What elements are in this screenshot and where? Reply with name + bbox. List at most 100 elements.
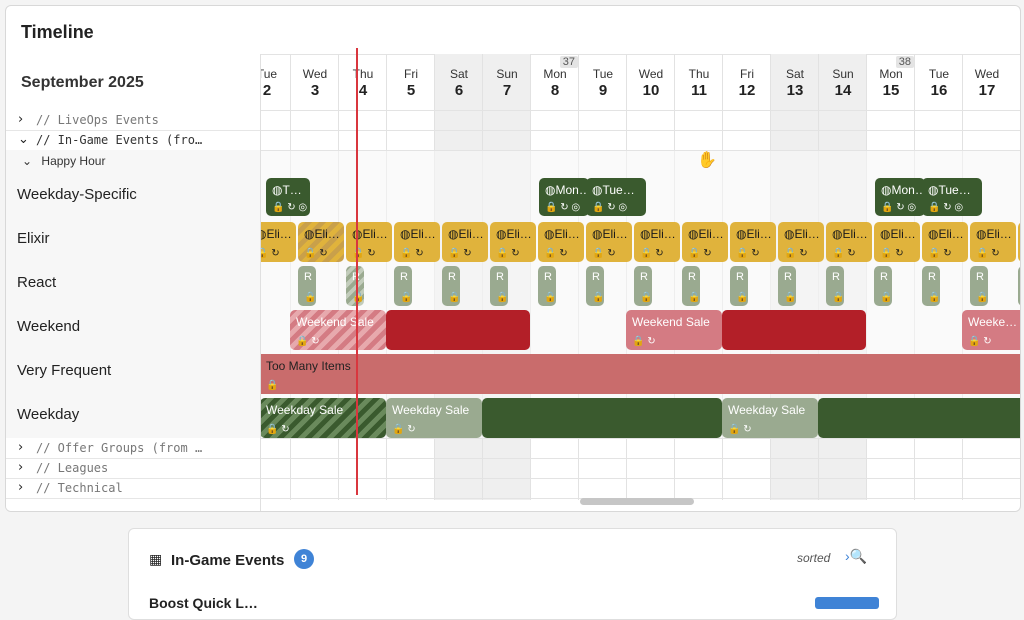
react-event[interactable]: R🔒 [586, 266, 604, 306]
react-event[interactable]: R🔒 [730, 266, 748, 306]
event-status-icons: 🔒 ↻ [592, 248, 616, 259]
elixir-event[interactable]: ◍Eli…🔒 ↻ [298, 222, 344, 262]
group-leagues[interactable]: › // Leagues [6, 458, 260, 479]
day-number: 3 [310, 82, 320, 99]
elixir-event[interactable]: ◍Eli…🔒 ↻ [970, 222, 1016, 262]
weekday-specific-event[interactable]: ◍Tue… 🔒 ↻ ◎ [922, 178, 982, 216]
happy-hour-label: Happy Hour [41, 154, 106, 168]
day-name: Sat [449, 67, 468, 81]
elixir-event[interactable]: ◍Eli… 🔒 ↻ [634, 222, 680, 262]
chevron-right-icon[interactable]: › [18, 460, 23, 475]
day-number: 9 [598, 82, 608, 99]
elixir-event[interactable]: ◍Eli…🔒 ↻ [826, 222, 872, 262]
react-event[interactable]: R🔒 [874, 266, 892, 306]
react-event[interactable]: R🔒 [538, 266, 556, 306]
elixir-event[interactable]: ◍Eli…🔒 ↻ [538, 222, 584, 262]
event-title: ◍Eli… [832, 227, 868, 241]
elixir-event[interactable]: ◍Eli…🔒 ↻ [682, 222, 728, 262]
weekend-sale-event[interactable]: Weeke… 🔒 ↻ [962, 310, 1020, 350]
react-event[interactable]: R🔒 [922, 266, 940, 306]
react-event[interactable]: R🔒 [1018, 266, 1020, 306]
weekend-sale-bar[interactable] [386, 310, 530, 350]
group-technical[interactable]: › // Technical [6, 478, 260, 499]
elixir-event[interactable]: ◍Eli…🔒 ↻ [1018, 222, 1020, 262]
event-title: R [880, 271, 888, 283]
react-event[interactable]: R🔒 [778, 266, 796, 306]
day-name: Sun [832, 67, 854, 81]
react-event[interactable]: R🔒 [346, 266, 364, 306]
day-header: Sun 14 [819, 54, 867, 110]
day-name: Wed [638, 67, 664, 81]
weekday-specific-event[interactable]: ◍Mon… 🔒 ↻ ◎ [875, 178, 925, 216]
elixir-event[interactable]: ◍Eli…🔒 ↻ [394, 222, 440, 262]
weekday-specific-event[interactable]: ◍Tue… 🔒 ↻ ◎ [586, 178, 646, 216]
timeline-grid[interactable]: Tue2Wed3Thu4Fri5Sat6Sun7Mon837Tue9Wed10T… [260, 54, 1020, 500]
react-event[interactable]: R🔒 [442, 266, 460, 306]
event-status-icons: 🔒 [976, 292, 988, 303]
elixir-event[interactable]: ◍Eli…🔒 ↻ [730, 222, 776, 262]
weekend-sale-bar[interactable] [722, 310, 866, 350]
elixir-event[interactable]: ◍Eli…🔒 ↻ [442, 222, 488, 262]
horizontal-scrollbar[interactable] [580, 498, 694, 505]
event-status-icons: 🔒 [448, 292, 460, 303]
react-event[interactable]: R🔒 [490, 266, 508, 306]
card-row-title[interactable]: Boost Quick L… [149, 595, 258, 611]
grid-line [260, 150, 1020, 151]
calendar-icon: ▦ [149, 551, 163, 567]
event-title: ◍Eli… [736, 227, 772, 241]
day-number: 10 [642, 82, 660, 99]
weekday-specific-event[interactable]: ◍T… 🔒 ↻ ◎ [266, 178, 310, 216]
weekday-specific-event[interactable]: ◍Mon… 🔒 ↻ ◎ [539, 178, 589, 216]
chevron-right-icon[interactable]: › [18, 480, 23, 495]
group-liveops[interactable]: › // LiveOps Events [6, 110, 260, 131]
too-many-items-event[interactable]: Too Many Items 🔒 [260, 354, 1020, 394]
day-number: 6 [454, 82, 464, 99]
weekend-sale-event[interactable]: Weekend Sale 🔒 ↻ [290, 310, 386, 350]
weekday-sale-event[interactable]: Weekday Sale 🔒 ↻ [386, 398, 482, 438]
event-status-icons: 🔒 [400, 292, 412, 303]
elixir-event[interactable]: ◍Eli…🔒 ↻ [922, 222, 968, 262]
event-title: R [640, 271, 648, 283]
event-title: ◍Eli… [640, 227, 676, 241]
weekend-sale-event[interactable]: Weekend Sale 🔒 ↻ [626, 310, 722, 350]
day-name: Tue [592, 67, 614, 81]
weekday-sale-event[interactable]: Weekday Sale 🔒 ↻ [722, 398, 818, 438]
group-in-game[interactable]: ⌄ // In-Game Events (fro… [6, 130, 260, 151]
chevron-down-icon[interactable]: ⌄ [18, 132, 29, 147]
event-title: ◍Mon… [881, 183, 925, 197]
event-status-icons: 🔒 [304, 292, 316, 303]
grid-line [260, 458, 1020, 459]
react-event[interactable]: R🔒 [682, 266, 700, 306]
day-number: 14 [834, 82, 852, 99]
react-event[interactable]: R🔒 [634, 266, 652, 306]
search-icon[interactable]: ›🔍 [845, 548, 867, 565]
card-row-button[interactable] [815, 597, 879, 609]
react-event[interactable]: R🔒 [826, 266, 844, 306]
event-title: ◍Mon… [545, 183, 589, 197]
group-offer-groups[interactable]: › // Offer Groups (from … [6, 438, 260, 459]
day-name: Wed [302, 67, 328, 81]
elixir-event[interactable]: ◍Eli…🔒 ↻ [586, 222, 632, 262]
elixir-event[interactable]: ◍Eli…🔒 ↻ [874, 222, 920, 262]
day-header: Wed 10 [627, 54, 675, 110]
elixir-event[interactable]: ◍Eli…🔒 ↻ [778, 222, 824, 262]
elixir-event[interactable]: ◍Eli…🔒 ↻ [346, 222, 392, 262]
react-event[interactable]: R🔒 [394, 266, 412, 306]
happy-hour-header[interactable]: ⌄ Happy Hour [22, 154, 105, 168]
event-status-icons: 🔒 ↻ [976, 248, 1000, 259]
chevron-right-icon[interactable]: › [18, 440, 23, 455]
day-number: 4 [358, 82, 368, 99]
group-label: // Offer Groups (from … [36, 441, 203, 455]
elixir-event[interactable]: ◍Eli…🔒 ↻ [260, 222, 296, 262]
event-status-icons: 🔒 ↻ [640, 248, 664, 259]
elixir-event[interactable]: ◍Eli…🔒 ↻ [490, 222, 536, 262]
react-event[interactable]: R🔒 [298, 266, 316, 306]
weekday-sale-bar[interactable] [482, 398, 722, 438]
chevron-down-icon[interactable]: ⌄ [22, 154, 32, 168]
chevron-right-icon[interactable]: › [18, 112, 23, 127]
react-event[interactable]: R🔒 [970, 266, 988, 306]
weekday-sale-bar[interactable] [818, 398, 1020, 438]
event-status-icons: 🔒 ↻ [392, 424, 416, 435]
event-status-icons: 🔒 ↻ [688, 248, 712, 259]
weekday-sale-event[interactable]: Weekday Sale 🔒 ↻ [260, 398, 386, 438]
